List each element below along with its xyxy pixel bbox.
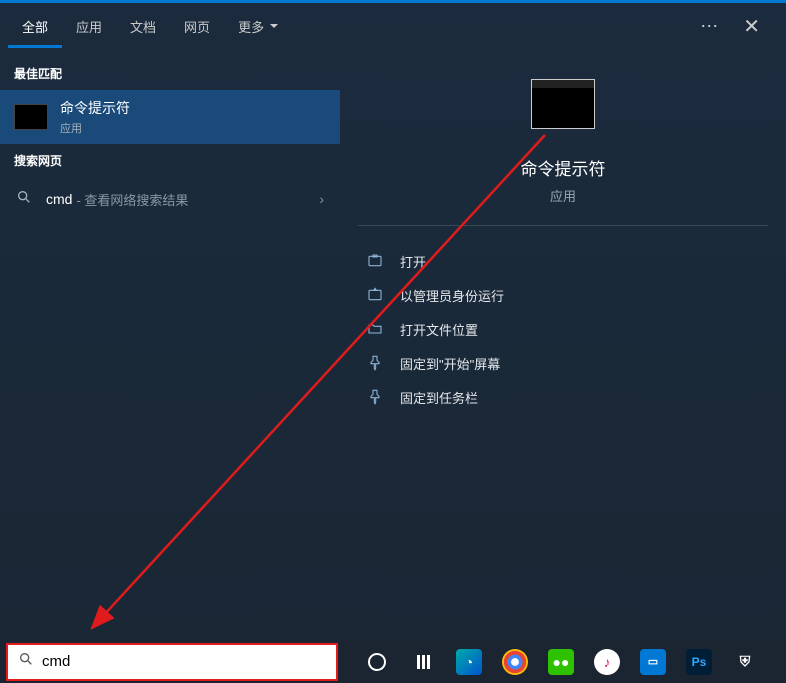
taskbar-chrome[interactable]	[492, 640, 538, 683]
taskbar-security-icon[interactable]: ⛨	[722, 640, 768, 683]
taskbar-app-5[interactable]: ▭	[630, 640, 676, 683]
open-icon	[364, 250, 386, 272]
filter-tabs: 全部 应用 文档 网页 更多 ⋯ ✕	[0, 3, 786, 49]
pin-icon	[364, 386, 386, 408]
taskbar-photoshop[interactable]: Ps	[676, 640, 722, 683]
action-run-admin[interactable]: 以管理员身份运行	[358, 278, 768, 312]
tab-documents[interactable]: 文档	[116, 5, 170, 48]
taskbar-search-box[interactable]	[6, 643, 338, 681]
result-title: 命令提示符	[60, 98, 130, 118]
preview-subtitle: 应用	[358, 186, 768, 205]
taskbar-app-1[interactable]: ◔	[446, 640, 492, 683]
tab-apps[interactable]: 应用	[62, 5, 116, 48]
preview-pane: 命令提示符 应用 打开 以管理员身份运行	[340, 49, 786, 640]
action-pin-taskbar[interactable]: 固定到任务栏	[358, 380, 768, 414]
admin-icon	[364, 284, 386, 306]
preview-thumbnail-icon	[531, 79, 595, 129]
web-search-row[interactable]: cmd - 查看网络搜索结果 ›	[0, 177, 340, 221]
tab-web[interactable]: 网页	[170, 5, 224, 48]
taskbar: ◔ ●● ♪ ▭ Ps ⛨	[0, 640, 786, 683]
tab-all[interactable]: 全部	[8, 5, 62, 48]
tab-more[interactable]: 更多	[224, 5, 292, 48]
search-input[interactable]	[42, 653, 326, 670]
options-icon[interactable]: ⋯	[700, 16, 719, 37]
search-icon	[18, 651, 34, 672]
action-open-location[interactable]: 打开文件位置	[358, 312, 768, 346]
chevron-right-icon: ›	[319, 191, 324, 207]
section-search-web: 搜索网页	[0, 144, 340, 177]
cortana-icon[interactable]	[354, 640, 400, 683]
chevron-down-icon	[270, 24, 278, 28]
web-search-suffix: - 查看网络搜索结果	[76, 190, 188, 209]
action-open[interactable]: 打开	[358, 244, 768, 278]
pin-icon	[364, 352, 386, 374]
results-pane: 最佳匹配 命令提示符 应用 搜索网页 cmd - 查看网络搜索结果 ›	[0, 49, 340, 640]
action-pin-start[interactable]: 固定到"开始"屏幕	[358, 346, 768, 380]
folder-icon	[364, 318, 386, 340]
close-icon[interactable]: ✕	[737, 8, 766, 45]
section-best-match: 最佳匹配	[0, 57, 340, 90]
taskbar-app-4[interactable]: ♪	[584, 640, 630, 683]
preview-title: 命令提示符	[358, 155, 768, 180]
actions-list: 打开 以管理员身份运行 打开文件位置	[358, 244, 768, 414]
web-search-term: cmd	[46, 191, 72, 207]
cmd-thumbnail-icon	[14, 104, 48, 130]
search-icon	[16, 189, 32, 210]
task-view-icon[interactable]	[400, 640, 446, 683]
result-cmd-prompt[interactable]: 命令提示符 应用	[0, 90, 340, 144]
search-window: 全部 应用 文档 网页 更多 ⋯ ✕ 最佳匹配 命令提示符 应用 搜索网页	[0, 0, 786, 640]
taskbar-wechat[interactable]: ●●	[538, 640, 584, 683]
result-subtitle: 应用	[60, 120, 130, 136]
